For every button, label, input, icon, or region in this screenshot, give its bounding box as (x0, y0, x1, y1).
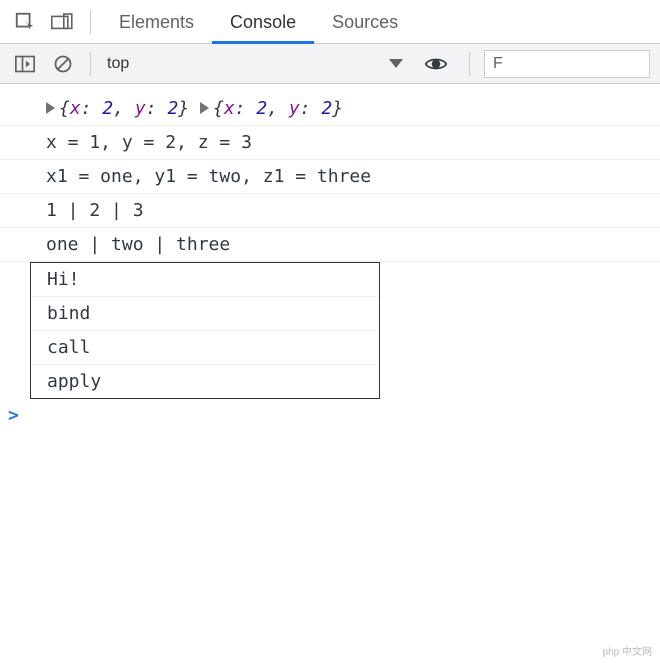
context-selector[interactable]: top (101, 50, 411, 78)
log-row[interactable]: x = 1, y = 2, z = 3 (0, 126, 660, 160)
console-output: {x: 2, y: 2} {x: 2, y: 2} x = 1, y = 2, … (0, 84, 660, 432)
clear-console-icon[interactable] (48, 49, 78, 79)
log-row[interactable]: apply (31, 365, 379, 398)
log-row[interactable]: 1 | 2 | 3 (0, 194, 660, 228)
inspect-element-icon[interactable] (10, 7, 40, 37)
log-row[interactable]: one | two | three (0, 228, 660, 262)
toggle-device-icon[interactable] (48, 7, 78, 37)
log-row[interactable]: call (31, 331, 379, 365)
toggle-sidebar-icon[interactable] (10, 49, 40, 79)
log-group: Hi! bind call apply (30, 262, 380, 399)
log-row-objects[interactable]: {x: 2, y: 2} {x: 2, y: 2} (0, 92, 660, 126)
console-toolbar: top F (0, 44, 660, 84)
divider (90, 10, 91, 34)
log-row[interactable]: Hi! (31, 263, 379, 297)
devtools-tabbar: Elements Console Sources (0, 0, 660, 44)
watermark: php 中文网 (599, 642, 656, 659)
log-row[interactable]: x1 = one, y1 = two, z1 = three (0, 160, 660, 194)
log-row[interactable]: bind (31, 297, 379, 331)
chevron-down-icon (389, 59, 403, 68)
tab-elements[interactable]: Elements (101, 0, 212, 44)
console-prompt[interactable]: > (0, 399, 660, 432)
expand-icon[interactable] (200, 102, 209, 114)
divider (90, 52, 91, 76)
filter-input[interactable]: F (484, 50, 650, 78)
expand-icon[interactable] (46, 102, 55, 114)
tab-console[interactable]: Console (212, 0, 314, 44)
live-expression-icon[interactable] (421, 49, 451, 79)
divider (469, 52, 470, 76)
tab-sources[interactable]: Sources (314, 0, 416, 44)
context-label: top (107, 55, 129, 73)
